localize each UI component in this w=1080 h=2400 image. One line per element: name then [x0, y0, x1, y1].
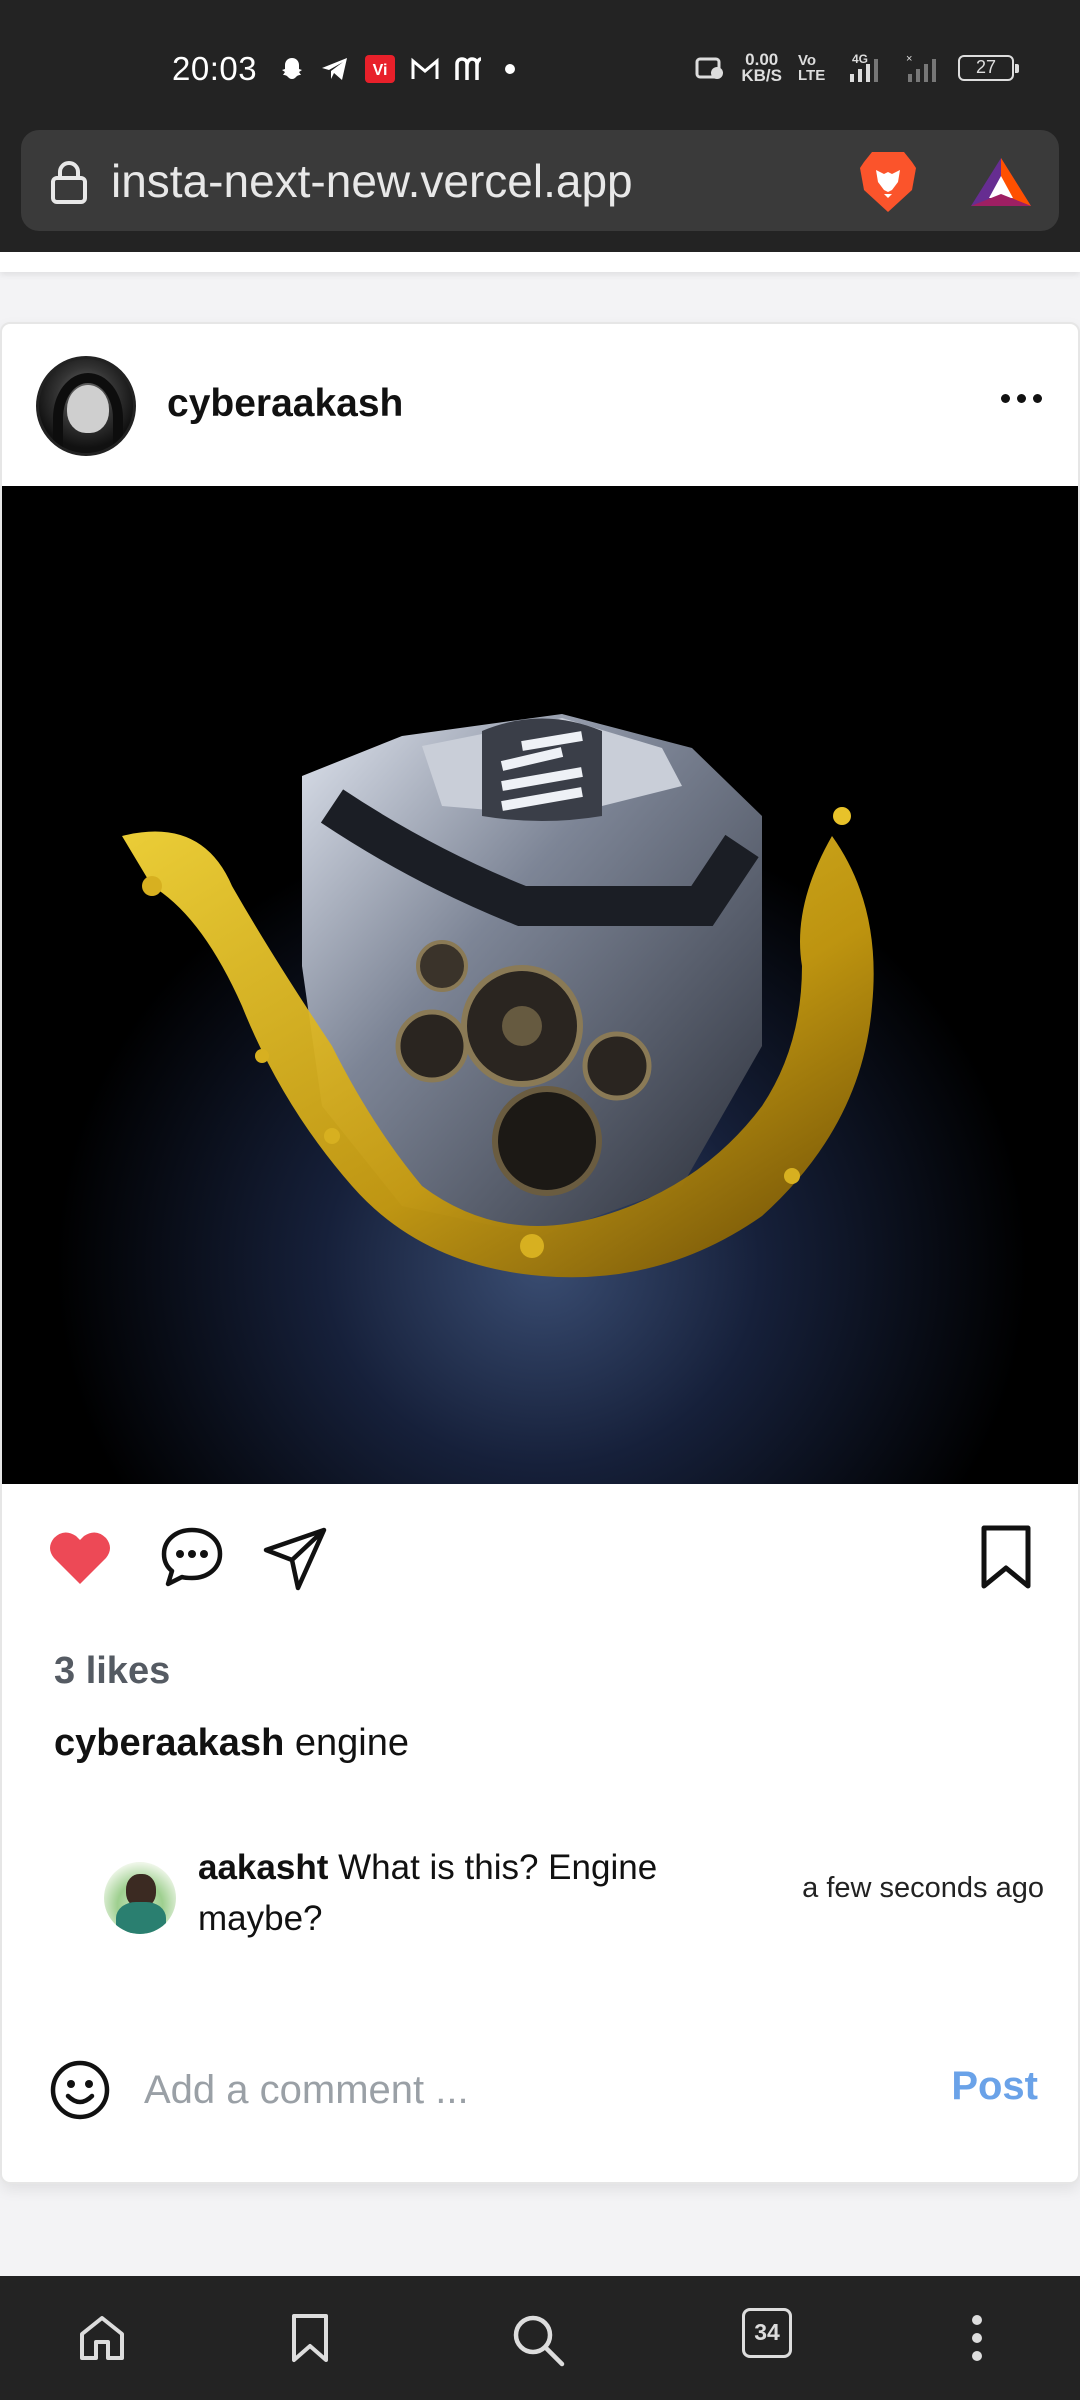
status-bar: 20:03 Vi 0.00 KB/S Vo LTE 4G × 27	[0, 0, 1080, 128]
signal-2-icon: ×	[906, 53, 936, 82]
svg-text:Vi: Vi	[373, 62, 388, 79]
previous-post-card	[0, 252, 1080, 272]
comment-item: aakasht What is this? Engine maybe? a fe…	[104, 1842, 1044, 1962]
svg-text:4G: 4G	[852, 52, 868, 66]
net-speed: 0.00 KB/S	[741, 50, 782, 85]
signal-4g-icon: 4G	[850, 52, 878, 82]
address-bar[interactable]: insta-next-new.vercel.app	[21, 130, 1059, 231]
system-icons: 0.00 KB/S Vo LTE 4G × 27	[695, 50, 1019, 85]
avatar[interactable]	[36, 356, 136, 456]
feed[interactable]: cyberaakash 3 likes cyberaakash engine a…	[0, 252, 1080, 2276]
add-comment-bar: Post	[2, 2040, 1078, 2150]
medium-icon	[455, 57, 482, 80]
dot-icon	[505, 64, 515, 74]
search-icon[interactable]	[510, 2312, 566, 2368]
brave-lion-icon[interactable]	[856, 148, 920, 216]
volte-label: Vo LTE	[798, 52, 826, 84]
telegram-icon	[322, 58, 347, 80]
more-options-icon[interactable]	[1001, 394, 1042, 403]
comment-username[interactable]: aakasht	[198, 1848, 328, 1887]
caption-username[interactable]: cyberaakash	[54, 1722, 284, 1764]
engine-image	[2, 486, 1078, 1484]
send-icon[interactable]	[262, 1526, 328, 1592]
battery-indicator: 27	[958, 55, 1019, 81]
caption-text: engine	[294, 1722, 409, 1764]
browser-toolbar: insta-next-new.vercel.app	[0, 128, 1080, 252]
lock-icon[interactable]	[49, 160, 89, 204]
svg-text:×: ×	[906, 53, 912, 65]
gmail-icon	[411, 57, 439, 79]
post-actions	[2, 1484, 1078, 1624]
data-saver-icon	[695, 57, 724, 79]
bookmark-icon[interactable]	[978, 1524, 1034, 1590]
post-username[interactable]: cyberaakash	[167, 382, 403, 426]
vi-icon: Vi	[365, 55, 395, 83]
snapchat-icon	[282, 58, 302, 79]
notification-icons: Vi	[278, 54, 520, 84]
bookmarks-icon[interactable]	[288, 2312, 332, 2364]
commenter-avatar[interactable]	[104, 1862, 176, 1934]
home-icon[interactable]	[76, 2312, 128, 2364]
comment-text: aakasht What is this? Engine maybe?	[198, 1848, 658, 1938]
browser-bottom-bar: 34	[0, 2276, 1080, 2400]
likes-count[interactable]: 3 likes	[54, 1650, 170, 1693]
post-image[interactable]	[2, 486, 1078, 1484]
status-time: 20:03	[172, 50, 258, 87]
post-header: cyberaakash	[2, 324, 1078, 486]
post-caption: cyberaakash engine	[54, 1722, 409, 1765]
smiley-icon[interactable]	[48, 2058, 112, 2122]
post-comment-button[interactable]: Post	[951, 2064, 1038, 2109]
comment-icon[interactable]	[160, 1526, 224, 1588]
brave-rewards-icon[interactable]	[969, 154, 1033, 210]
comment-input[interactable]	[144, 2060, 924, 2120]
tabs-icon[interactable]: 34	[742, 2308, 792, 2358]
heart-icon[interactable]	[48, 1530, 112, 1586]
comment-timestamp: a few seconds ago	[802, 1872, 1044, 1904]
url-text[interactable]: insta-next-new.vercel.app	[111, 154, 633, 208]
post-card: cyberaakash 3 likes cyberaakash engine a…	[0, 322, 1080, 2184]
menu-icon[interactable]	[962, 2312, 992, 2364]
